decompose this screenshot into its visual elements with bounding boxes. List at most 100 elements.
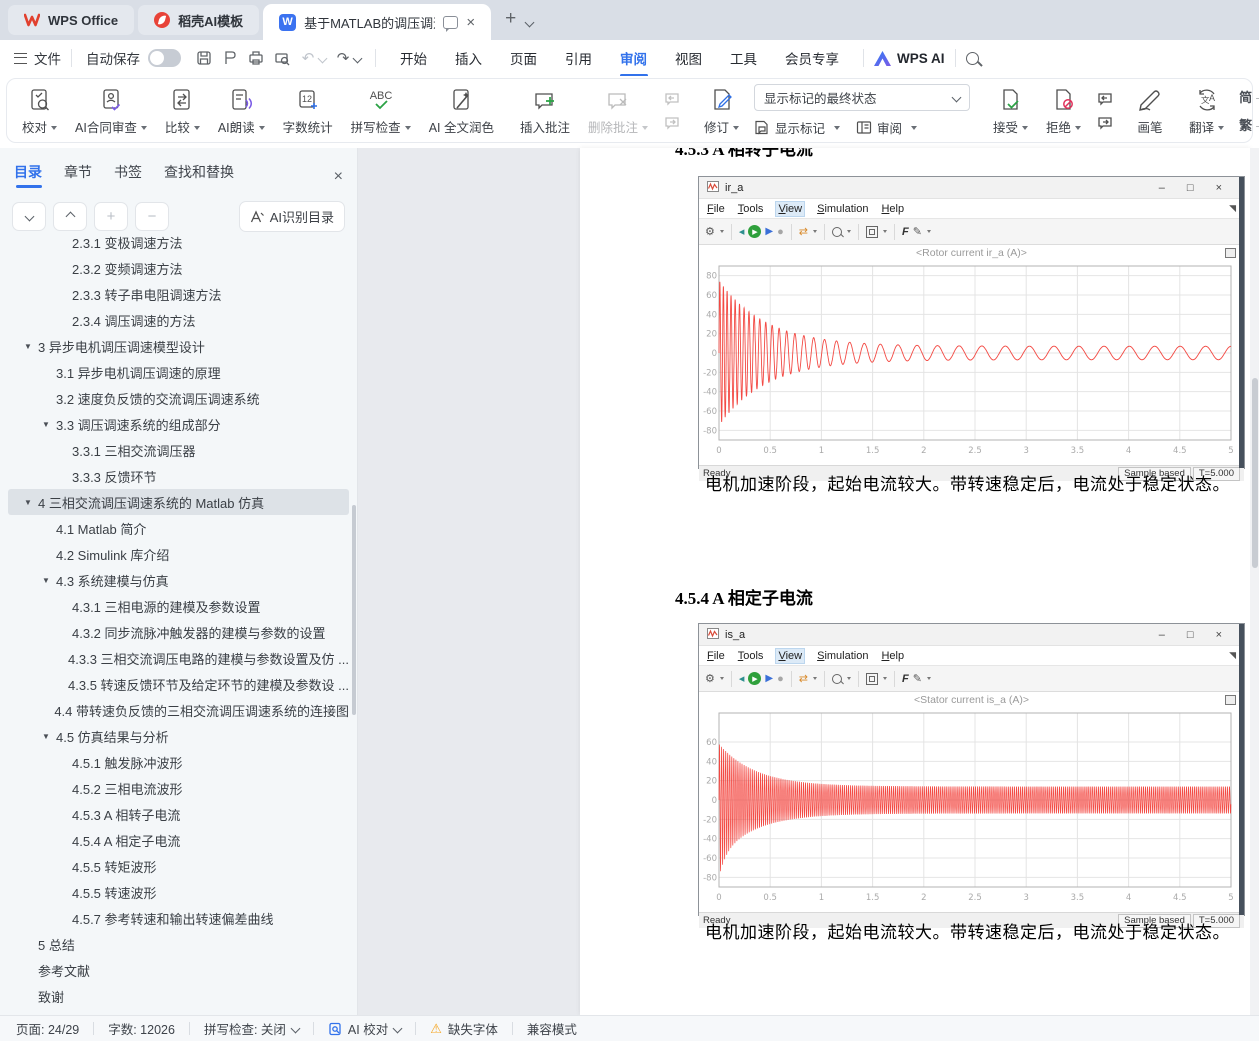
- toc-item[interactable]: 4.2 Simulink 库介绍: [8, 541, 349, 567]
- caption-paragraph[interactable]: 电机加速阶段，起始电流较大。带转速稳定后，电流处于稳定状态。: [705, 470, 1230, 495]
- toc-item[interactable]: 4.3.2 同步流脉冲触发器的建模与参数的设置: [8, 619, 349, 645]
- document-page[interactable]: 4.5.3 A 相转子电流 ir_a–□×FileToolsViewSimula…: [580, 148, 1250, 1015]
- menu-tab-审阅[interactable]: 审阅: [618, 42, 649, 74]
- toc-item[interactable]: 4.5.4 A 相定子电流: [8, 827, 349, 853]
- sidebar-tab-bookmarks[interactable]: 书签: [114, 162, 142, 191]
- toc-item[interactable]: ▼3 异步电机调压调速模型设计: [8, 333, 349, 359]
- clipped-heading-453[interactable]: 4.5.3 A 相转子电流: [675, 148, 813, 157]
- toc-item[interactable]: ▼4.3 系统建模与仿真: [8, 567, 349, 593]
- menu-tab-视图[interactable]: 视图: [673, 42, 704, 74]
- sidebar-tab-sections[interactable]: 章节: [64, 162, 92, 191]
- toc-item[interactable]: 4.5.5 转矩波形: [8, 853, 349, 879]
- tab-docer-templates[interactable]: 稻壳AI模板: [138, 5, 259, 35]
- expand-triangle-icon[interactable]: ▼: [24, 498, 38, 507]
- toc-item[interactable]: 3.3.3 反馈环节: [8, 463, 349, 489]
- page-indicator[interactable]: 页面: 24/29: [16, 1019, 79, 1038]
- next-revision-icon[interactable]: [1094, 114, 1116, 132]
- ai-proofread-indicator[interactable]: AI 校对: [328, 1019, 401, 1038]
- caption-paragraph[interactable]: 电机加速阶段，起始电流较大。带转速稳定后，电流处于稳定状态。: [705, 918, 1230, 943]
- hamburger-icon[interactable]: [14, 53, 27, 64]
- tab-list-chevron-icon[interactable]: [525, 18, 535, 28]
- toc-item[interactable]: 5 总结: [8, 931, 349, 957]
- menu-tab-开始[interactable]: 开始: [398, 42, 429, 74]
- proofread-button[interactable]: 校对: [13, 86, 66, 136]
- comment-bubble-icon[interactable]: [443, 16, 458, 29]
- missing-font-warning[interactable]: ⚠ 缺失字体: [430, 1019, 498, 1038]
- menu-tab-工具[interactable]: 工具: [728, 42, 759, 74]
- expand-triangle-icon[interactable]: ▼: [24, 342, 38, 351]
- toc-item[interactable]: 致谢: [8, 983, 349, 1009]
- tab-wps-home[interactable]: WPS Office: [8, 5, 134, 35]
- export-pdf-icon[interactable]: [217, 46, 243, 70]
- file-menu[interactable]: 文件: [34, 48, 61, 68]
- save-icon[interactable]: [191, 46, 217, 70]
- autosave-toggle[interactable]: [148, 49, 181, 67]
- toc-item[interactable]: 3.1 异步电机调压调速的原理: [8, 359, 349, 385]
- toc-item[interactable]: 参考文献: [8, 957, 349, 983]
- document-scrollbar-thumb[interactable]: [1252, 378, 1258, 568]
- toc-item[interactable]: 4.3.5 转速反馈环节及给定环节的建模及参数设 ...: [8, 671, 349, 697]
- tab-document[interactable]: W 基于MATLAB的调压调速控制 ×: [263, 4, 491, 40]
- translate-button[interactable]: 文A 翻译: [1180, 86, 1233, 136]
- expand-all-button[interactable]: [53, 202, 87, 231]
- toc-item[interactable]: 4.5.5 转速波形: [8, 879, 349, 905]
- toc-item[interactable]: 4.5.7 参考转速和输出转速偏差曲线: [8, 905, 349, 931]
- close-tab-icon[interactable]: ×: [466, 14, 475, 31]
- collapse-all-button[interactable]: [12, 202, 46, 231]
- toc-item[interactable]: 4.5.2 三相电流波形: [8, 775, 349, 801]
- toc-item[interactable]: 2.3.2 变频调速方法: [8, 255, 349, 281]
- toc-item[interactable]: 3.3.1 三相交流调压器: [8, 437, 349, 463]
- review-pane-button[interactable]: 审阅: [856, 118, 917, 137]
- toc-item[interactable]: 4.5.1 触发脉冲波形: [8, 749, 349, 775]
- print-icon[interactable]: [243, 46, 269, 70]
- menu-tab-会员专享[interactable]: 会员专享: [783, 42, 841, 74]
- toc-item[interactable]: 2.3.3 转子串电阻调速方法: [8, 281, 349, 307]
- expand-triangle-icon[interactable]: ▼: [42, 732, 56, 741]
- new-tab-button[interactable]: +: [505, 8, 516, 30]
- zoom-out-toc-button[interactable]: −: [135, 202, 169, 231]
- heading-454[interactable]: 4.5.4 A 相定子电流: [675, 584, 813, 609]
- toc-item[interactable]: 4.3.1 三相电源的建模及参数设置: [8, 593, 349, 619]
- spell-check-button[interactable]: ABC 拼写检查: [342, 86, 420, 136]
- wps-ai-button[interactable]: WPS AI: [874, 51, 945, 66]
- previous-revision-icon[interactable]: [1094, 90, 1116, 108]
- expand-triangle-icon[interactable]: ▼: [42, 576, 56, 585]
- document-scrollbar[interactable]: [1250, 148, 1259, 1015]
- ink-brush-button[interactable]: 画笔: [1128, 86, 1172, 136]
- insert-comment-button[interactable]: 插入批注: [511, 86, 579, 136]
- menu-tab-插入[interactable]: 插入: [453, 42, 484, 74]
- toc-item[interactable]: ▼3.3 调压调速系统的组成部分: [8, 411, 349, 437]
- sidebar-tab-find-replace[interactable]: 查找和替换: [164, 162, 234, 191]
- menu-tab-引用[interactable]: 引用: [563, 42, 594, 74]
- scope-window-ir-a[interactable]: ir_a–□×FileToolsViewSimulationHelp◥⚙◂▶▶●…: [698, 176, 1245, 469]
- ai-contract-review-button[interactable]: AI合同审查: [66, 86, 156, 136]
- search-icon[interactable]: [966, 52, 979, 65]
- markup-state-dropdown[interactable]: 显示标记的最终状态: [754, 84, 970, 111]
- toc-item[interactable]: 4.3.3 三相交流调压电路的建模与参数设置及仿 ...: [8, 645, 349, 671]
- spellcheck-indicator[interactable]: 拼写检查: 关闭: [204, 1019, 299, 1038]
- toc-item[interactable]: ▼4.5 仿真结果与分析: [8, 723, 349, 749]
- zoom-in-toc-button[interactable]: +: [94, 202, 128, 231]
- sidebar-close-icon[interactable]: ×: [334, 168, 343, 186]
- toc-item[interactable]: 2.3.4 调压调速的方法: [8, 307, 349, 333]
- simplified-to-traditional-button[interactable]: 简→ 转繁: [1239, 87, 1259, 106]
- sidebar-scrollbar[interactable]: [352, 505, 356, 715]
- track-changes-button[interactable]: 修订: [695, 86, 748, 136]
- traditional-to-simplified-button[interactable]: 繁→ 转简: [1239, 115, 1259, 134]
- word-count-button[interactable]: 12 字数统计: [274, 86, 342, 136]
- sidebar-tab-contents[interactable]: 目录: [14, 162, 42, 191]
- ai-read-aloud-button[interactable]: AI朗读: [209, 86, 274, 136]
- accept-revision-button[interactable]: 接受: [984, 86, 1037, 136]
- toc-item[interactable]: 2.3.1 变极调速方法: [8, 236, 349, 255]
- toc-item[interactable]: 4.5.3 A 相转子电流: [8, 801, 349, 827]
- toc-item[interactable]: 3.2 速度负反馈的交流调压调速系统: [8, 385, 349, 411]
- toc-item[interactable]: 4.4 带转速负反馈的三相交流调压调速系统的连接图: [8, 697, 349, 723]
- print-preview-icon[interactable]: [269, 46, 295, 70]
- show-markup-button[interactable]: 显示标记: [754, 118, 840, 137]
- toc-item[interactable]: 4.1 Matlab 简介: [8, 515, 349, 541]
- ai-polish-button[interactable]: AI 全文润色: [420, 86, 503, 136]
- reject-revision-button[interactable]: 拒绝: [1037, 86, 1090, 136]
- ai-recognize-toc-button[interactable]: AI识别目录: [239, 201, 345, 232]
- expand-triangle-icon[interactable]: ▼: [42, 420, 56, 429]
- toc-item[interactable]: ▼4 三相交流调压调速系统的 Matlab 仿真: [8, 489, 349, 515]
